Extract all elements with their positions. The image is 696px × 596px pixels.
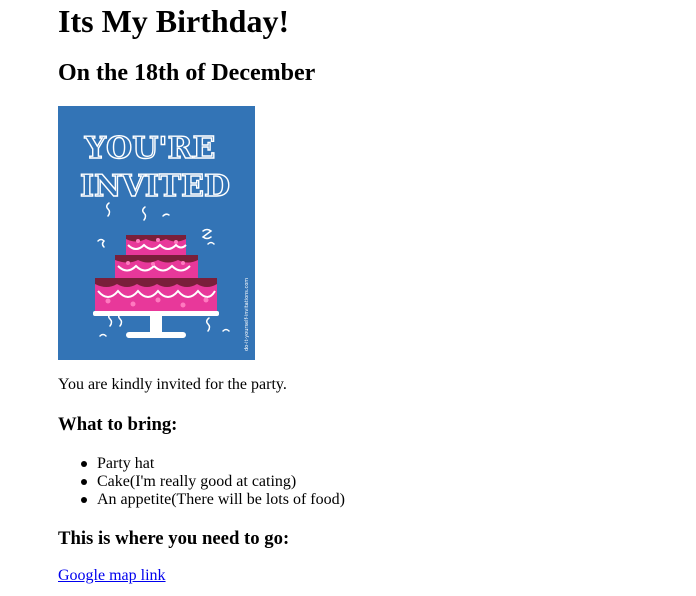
- invite-headline-line2: INVITED: [80, 169, 230, 204]
- list-item-text: Party hat: [97, 455, 155, 472]
- list-item: Cake(I'm really good at cating): [81, 473, 345, 491]
- list-item-text: An appetite(There will be lots of food): [97, 491, 345, 508]
- bullet-icon: [81, 497, 87, 503]
- bullet-icon: [81, 479, 87, 485]
- where-to-go-heading: This is where you need to go:: [58, 528, 290, 549]
- list-item-text: Cake(I'm really good at cating): [97, 473, 297, 490]
- invitation-image: YOU'RE INVITED do-it-yourself-invitation…: [58, 106, 255, 360]
- bullet-icon: [81, 461, 87, 467]
- intro-text: You are kindly invited for the party.: [58, 376, 287, 393]
- what-to-bring-heading: What to bring:: [58, 414, 178, 435]
- list-item: An appetite(There will be lots of food): [81, 491, 345, 509]
- invite-watermark: do-it-yourself-invitations.com: [244, 278, 250, 351]
- bring-list: Party hat Cake(I'm really good at cating…: [58, 455, 345, 509]
- page-title: Its My Birthday!: [58, 3, 290, 39]
- list-item: Party hat: [81, 455, 345, 473]
- invite-headline-line1: YOU'RE: [84, 131, 216, 166]
- google-map-link[interactable]: Google map link: [58, 567, 166, 585]
- party-date-heading: On the 18th of December: [58, 60, 316, 86]
